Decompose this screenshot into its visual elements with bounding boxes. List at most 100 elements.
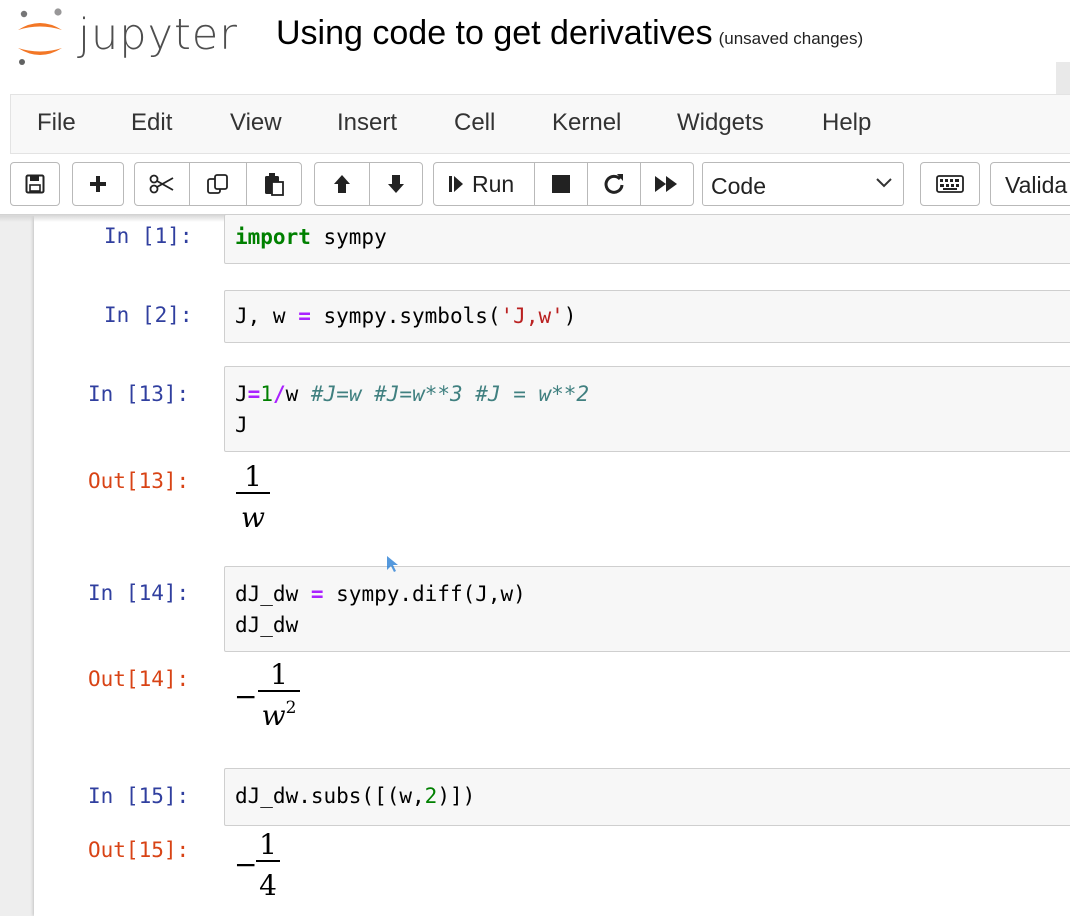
- in-prompt: In [15]:: [88, 784, 190, 808]
- code-line[interactable]: dJ_dw = sympy.diff(J,w): [235, 582, 526, 606]
- fraction: 1 w2: [258, 660, 300, 732]
- code-token: w: [285, 382, 311, 406]
- menu-file[interactable]: File: [37, 109, 76, 137]
- arrow-up-icon: [334, 175, 350, 193]
- menu-help[interactable]: Help: [822, 109, 871, 137]
- notebook-title-text[interactable]: Using code to get derivatives: [276, 14, 713, 52]
- code-line[interactable]: J: [235, 413, 248, 437]
- notebook-title[interactable]: Using code to get derivatives (unsaved ch…: [276, 14, 863, 53]
- fast-forward-icon: [655, 176, 677, 192]
- insert-cell-button[interactable]: [72, 162, 124, 206]
- scissors-icon: [149, 174, 174, 194]
- code-token: =: [247, 382, 261, 406]
- in-prompt: In [13]:: [88, 382, 190, 406]
- plus-icon: [90, 176, 106, 192]
- jupyter-logo-icon[interactable]: [14, 8, 66, 66]
- out-prompt: Out[13]:: [88, 469, 190, 493]
- cell-type-value: Code: [711, 173, 766, 199]
- denominator-base: w: [261, 699, 286, 732]
- menubar: File Edit View Insert Cell Kernel Widget…: [10, 94, 1070, 154]
- exponent: 2: [285, 698, 297, 718]
- fraction: 1 w: [236, 462, 270, 534]
- out-prompt: Out[14]:: [88, 667, 190, 691]
- restart-run-all-button[interactable]: [640, 162, 694, 206]
- paste-button[interactable]: [246, 162, 302, 206]
- code-token: J: [235, 413, 248, 437]
- save-status: (unsaved changes): [718, 29, 864, 48]
- fraction-numerator: 1: [270, 658, 288, 691]
- menu-cell[interactable]: Cell: [454, 109, 495, 137]
- code-token: =: [298, 304, 311, 328]
- toolbar: Run Code Valida: [0, 156, 1070, 216]
- step-forward-icon: [449, 176, 463, 192]
- code-input-cell-3[interactable]: J=1/w #J=w #J=w**3 #J = w**2 J: [224, 366, 1070, 452]
- run-button-label: Run: [472, 170, 515, 197]
- denominator-base: w: [241, 501, 265, 534]
- run-button[interactable]: Run: [433, 162, 535, 206]
- in-prompt: In [14]:: [88, 581, 190, 605]
- keyboard-icon: [936, 175, 964, 193]
- validate-button[interactable]: Valida: [990, 162, 1070, 206]
- code-token: =: [310, 582, 324, 606]
- fraction-numerator: 1: [259, 828, 277, 861]
- menu-insert[interactable]: Insert: [337, 109, 397, 137]
- code-line[interactable]: dJ_dw: [235, 613, 298, 637]
- command-palette-button[interactable]: [920, 162, 980, 206]
- fraction-denominator: w: [241, 494, 265, 534]
- menu-view[interactable]: View: [230, 109, 282, 137]
- minus-sign: −: [234, 848, 258, 881]
- code-input-cell-4[interactable]: dJ_dw = sympy.diff(J,w) dJ_dw: [224, 566, 1070, 652]
- in-prompt: In [1]:: [104, 224, 193, 248]
- menu-edit[interactable]: Edit: [131, 109, 172, 137]
- mouse-cursor-icon: [387, 556, 398, 572]
- fraction: 1 4: [256, 830, 280, 902]
- code-token: dJ_dw: [235, 582, 311, 606]
- cut-button[interactable]: [134, 162, 190, 206]
- math-output: − 1 4: [234, 830, 314, 910]
- fraction-denominator: 4: [259, 862, 277, 902]
- fraction-numerator: 1: [244, 460, 262, 493]
- paste-icon: [265, 173, 284, 196]
- floppy-disk-icon: [25, 174, 45, 194]
- chevron-down-icon: [876, 178, 892, 188]
- restart-button[interactable]: [587, 162, 641, 206]
- move-up-button[interactable]: [314, 162, 370, 206]
- code-token: J: [235, 382, 248, 406]
- copy-icon: [207, 174, 228, 194]
- code-token: /: [272, 382, 286, 406]
- code-token: 'J,w': [500, 304, 564, 328]
- brand-name[interactable]: jupyter: [78, 10, 238, 60]
- code-token: 2: [424, 784, 438, 808]
- code-token: 1: [260, 382, 273, 406]
- save-button[interactable]: [10, 162, 60, 206]
- code-input-cell-1[interactable]: import sympy: [224, 214, 1070, 264]
- code-token: import: [235, 225, 311, 249]
- in-prompt: In [2]:: [104, 303, 193, 327]
- menu-kernel[interactable]: Kernel: [552, 109, 621, 137]
- code-token: dJ_dw: [235, 613, 299, 637]
- arrow-down-icon: [388, 175, 404, 193]
- menu-widgets[interactable]: Widgets: [677, 109, 764, 137]
- code-line[interactable]: J=1/w #J=w #J=w**3 #J = w**2: [235, 382, 589, 406]
- code-token: sympy.symbols(: [310, 304, 501, 328]
- code-input-cell-2[interactable]: J, w = sympy.symbols('J,w'): [224, 290, 1070, 343]
- code-token: dJ_dw.subs([(w,: [235, 784, 425, 808]
- code-line[interactable]: dJ_dw.subs([(w,2)]): [235, 784, 475, 808]
- code-token: sympy: [310, 225, 387, 249]
- fraction-denominator: w2: [262, 692, 297, 732]
- out-prompt: Out[15]:: [88, 838, 190, 862]
- math-output: − 1 w2: [234, 660, 324, 740]
- cell-type-select[interactable]: Code: [702, 162, 904, 206]
- copy-button[interactable]: [189, 162, 247, 206]
- stop-icon: [552, 175, 570, 193]
- code-token: )]): [437, 784, 476, 808]
- minus-sign: −: [234, 680, 258, 713]
- code-input-cell-5[interactable]: dJ_dw.subs([(w,2)]): [224, 768, 1070, 826]
- code-line[interactable]: import sympy: [235, 225, 387, 249]
- code-token: J, w: [235, 304, 299, 328]
- code-line[interactable]: J, w = sympy.symbols('J,w'): [235, 304, 576, 328]
- header: jupyter Using code to get derivatives (un…: [0, 0, 1070, 102]
- interrupt-button[interactable]: [534, 162, 588, 206]
- denominator-base: 4: [259, 869, 277, 902]
- move-down-button[interactable]: [369, 162, 423, 206]
